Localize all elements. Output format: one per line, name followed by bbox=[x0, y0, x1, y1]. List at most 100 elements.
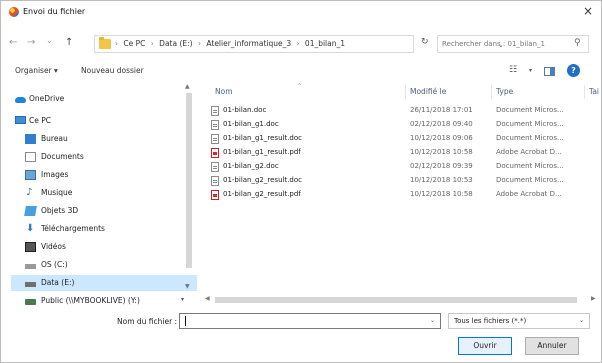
change-view-icon[interactable]: ☷ bbox=[509, 65, 517, 75]
filename-input[interactable] bbox=[182, 315, 420, 327]
sidebar-item-bureau[interactable]: Bureau bbox=[11, 131, 197, 147]
breadcrumb-item-data[interactable]: Data (E:) bbox=[159, 39, 192, 48]
file-type-filter-value: Tous les fichiers (*.*) bbox=[454, 317, 527, 325]
file-name: 01-bilan_g2_result.pdf bbox=[223, 190, 301, 198]
file-name: 01-bilan_g1_result.doc bbox=[223, 134, 302, 142]
refresh-icon[interactable]: ↻ bbox=[421, 38, 429, 47]
breadcrumb-separator[interactable]: › bbox=[198, 39, 201, 48]
column-header-type[interactable]: Type bbox=[496, 87, 513, 96]
file-list: Nom ^ Modifié le Type Tai 01-bilan.doc 2… bbox=[201, 83, 601, 293]
column-header-modified[interactable]: Modifié le bbox=[410, 87, 446, 96]
sidebar-item-label: Data (E:) bbox=[41, 278, 75, 287]
view-options-dropdown-icon[interactable]: ▾ bbox=[529, 67, 532, 74]
drive-icon bbox=[25, 282, 36, 287]
sidebar-item-label: Musique bbox=[41, 188, 73, 197]
breadcrumb-item-atelier[interactable]: Atelier_informatique_3 bbox=[206, 39, 291, 48]
preview-pane-icon[interactable] bbox=[544, 67, 555, 76]
close-icon[interactable]: × bbox=[581, 5, 595, 17]
file-type-filter[interactable]: Tous les fichiers (*.*) ⌄ bbox=[448, 313, 590, 329]
sidebar-item-label: Objets 3D bbox=[41, 206, 79, 215]
sidebar-item-objets-3d[interactable]: Objets 3D bbox=[11, 203, 197, 219]
column-header-size[interactable]: Tai bbox=[589, 87, 599, 96]
column-divider[interactable] bbox=[491, 85, 492, 99]
horizontal-scrollbar[interactable]: ◀ ▶ bbox=[201, 295, 601, 305]
search-icon[interactable]: ⚲ bbox=[574, 38, 581, 48]
breadcrumb-separator[interactable]: › bbox=[297, 39, 300, 48]
sidebar-scrollbar[interactable]: ▲ ▼ bbox=[185, 83, 193, 293]
file-name: 01-bilan_g1_result.pdf bbox=[223, 148, 301, 156]
file-row[interactable]: 01-bilan_g1_result.doc 10/12/2018 09:06 … bbox=[201, 133, 601, 145]
scrollbar-thumb[interactable] bbox=[215, 297, 577, 303]
pdf-document-icon bbox=[211, 190, 219, 200]
file-row[interactable]: 01-bilan_g1_result.pdf 10/12/2018 10:58 … bbox=[201, 147, 601, 159]
pc-icon bbox=[15, 116, 26, 124]
organize-button[interactable]: Organiser ▾ bbox=[15, 66, 58, 75]
up-arrow-icon[interactable]: ↑ bbox=[65, 37, 73, 49]
column-divider[interactable] bbox=[405, 85, 406, 99]
pdf-document-icon bbox=[211, 148, 219, 158]
sidebar-item-musique[interactable]: ♪ Musique bbox=[11, 185, 197, 201]
videos-icon bbox=[25, 242, 36, 252]
filename-combobox[interactable]: ⌄ bbox=[179, 313, 441, 329]
chevron-down-icon[interactable]: ⌄ bbox=[579, 317, 584, 324]
sidebar-item-data-e[interactable]: Data (E:) bbox=[11, 275, 197, 291]
sidebar-item-onedrive[interactable]: OneDrive bbox=[11, 91, 197, 107]
documents-icon bbox=[25, 152, 36, 162]
filename-dropdown-icon[interactable]: ⌄ bbox=[430, 317, 435, 324]
breadcrumb-separator[interactable]: › bbox=[151, 39, 154, 48]
images-icon bbox=[25, 170, 36, 180]
navigation-pane: OneDrive Ce PC Bureau Documents Images ♪… bbox=[11, 83, 197, 293]
breadcrumb-separator: › bbox=[115, 39, 118, 48]
navigation-row: ← → ⌄ ↑ › Ce PC › Data (E:) › Atelier_in… bbox=[1, 33, 601, 55]
scroll-down-icon[interactable]: ▼ bbox=[185, 283, 190, 290]
column-header-name[interactable]: Nom bbox=[215, 87, 233, 96]
file-row[interactable]: 01-bilan_g2_result.doc 10/12/2018 10:53 … bbox=[201, 175, 601, 187]
breadcrumb-item-ce-pc[interactable]: Ce PC bbox=[123, 39, 145, 48]
forward-arrow-icon[interactable]: → bbox=[27, 37, 35, 49]
desktop-icon bbox=[25, 134, 36, 144]
new-folder-button[interactable]: Nouveau dossier bbox=[81, 66, 144, 75]
scroll-left-icon[interactable]: ◀ bbox=[205, 295, 210, 302]
sidebar-item-label: Bureau bbox=[41, 134, 68, 143]
sidebar-item-label: Téléchargements bbox=[41, 224, 105, 233]
file-upload-dialog: Envoi du fichier × ← → ⌄ ↑ › Ce PC › Dat… bbox=[0, 0, 602, 363]
sidebar-item-ce-pc[interactable]: Ce PC bbox=[11, 113, 197, 129]
scroll-right-icon[interactable]: ▶ bbox=[591, 295, 596, 302]
filename-label: Nom du fichier : bbox=[117, 317, 178, 326]
search-box[interactable]: ⚲ bbox=[437, 35, 589, 53]
sidebar-item-videos[interactable]: Vidéos bbox=[11, 239, 197, 255]
title-bar: Envoi du fichier × bbox=[1, 1, 601, 23]
file-type: Document Micros... bbox=[496, 120, 564, 128]
cancel-button[interactable]: Annuler bbox=[525, 337, 579, 355]
sidebar-item-documents[interactable]: Documents bbox=[11, 149, 197, 165]
sidebar-item-images[interactable]: Images bbox=[11, 167, 197, 183]
search-input[interactable] bbox=[442, 38, 568, 50]
sidebar-item-label: OneDrive bbox=[29, 94, 65, 103]
column-divider[interactable] bbox=[584, 85, 585, 99]
sidebar-item-os-c[interactable]: OS (C:) bbox=[11, 257, 197, 273]
back-arrow-icon[interactable]: ← bbox=[9, 37, 17, 49]
file-name: 01-bilan.doc bbox=[223, 106, 267, 114]
sort-ascending-icon: ^ bbox=[297, 83, 303, 90]
file-type: Document Micros... bbox=[496, 162, 564, 170]
scroll-up-icon[interactable]: ▲ bbox=[185, 83, 190, 90]
file-row[interactable]: 01-bilan.doc 26/11/2018 17:01 Document M… bbox=[201, 105, 601, 117]
file-modified: 26/11/2018 17:01 bbox=[410, 106, 473, 114]
file-row[interactable]: 01-bilan_g2.doc 02/12/2018 09:39 Documen… bbox=[201, 161, 601, 173]
scrollbar-thumb[interactable] bbox=[186, 93, 192, 268]
objects-3d-icon bbox=[24, 206, 37, 216]
file-row[interactable]: 01-bilan_g1.doc 02/12/2018 09:40 Documen… bbox=[201, 119, 601, 131]
chevron-down-icon[interactable]: ▾ bbox=[181, 296, 184, 303]
breadcrumb-item-01-bilan[interactable]: 01_bilan_1 bbox=[305, 39, 345, 48]
file-modified: 10/12/2018 09:06 bbox=[410, 134, 473, 142]
file-row[interactable]: 01-bilan_g2_result.pdf 10/12/2018 10:58 … bbox=[201, 189, 601, 201]
address-bar[interactable]: › Ce PC › Data (E:) › Atelier_informatiq… bbox=[94, 35, 504, 53]
window-title: Envoi du fichier bbox=[23, 7, 86, 16]
sidebar-item-telechargements[interactable]: ⬇ Téléchargements bbox=[11, 221, 197, 237]
open-button[interactable]: Ouvrir bbox=[458, 337, 512, 355]
recent-locations-icon[interactable]: ⌄ bbox=[46, 35, 53, 47]
file-modified: 10/12/2018 10:53 bbox=[410, 176, 473, 184]
help-icon[interactable]: ? bbox=[567, 64, 580, 77]
file-name: 01-bilan_g2.doc bbox=[223, 162, 279, 170]
word-document-icon bbox=[211, 176, 219, 186]
